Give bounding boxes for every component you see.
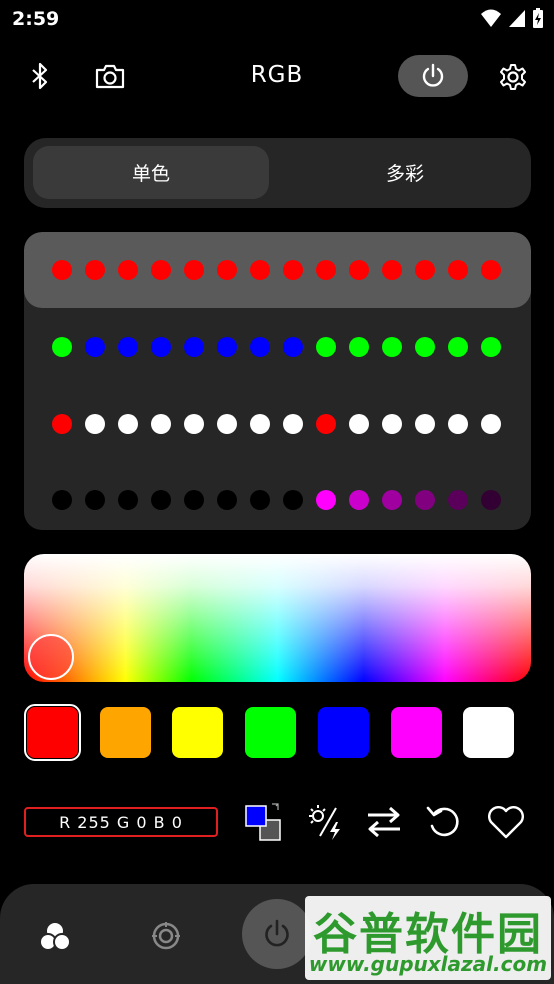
- status-bar: 2:59: [0, 0, 554, 38]
- preset-color-dot: [118, 414, 138, 434]
- preset-color-dot: [52, 260, 72, 280]
- tab-single-color[interactable]: 单色: [33, 146, 269, 199]
- color-swatch[interactable]: [24, 704, 81, 761]
- preset-color-dot: [184, 337, 204, 357]
- preset-color-dot: [448, 414, 468, 434]
- preset-color-dot: [118, 260, 138, 280]
- preset-color-dot: [316, 260, 336, 280]
- color-swatch[interactable]: [390, 707, 442, 758]
- preset-color-dot: [151, 337, 171, 357]
- preset-color-dot: [250, 260, 270, 280]
- preset-color-dot: [250, 414, 270, 434]
- color-swap-icon[interactable]: [240, 800, 284, 844]
- transfer-arrows-icon[interactable]: [362, 800, 406, 844]
- preset-color-dot: [415, 337, 435, 357]
- tab-multi-color[interactable]: 多彩: [287, 146, 523, 199]
- color-swatch[interactable]: [172, 707, 224, 758]
- preset-row[interactable]: [24, 232, 531, 308]
- preset-color-dot: [184, 490, 204, 510]
- preset-row[interactable]: [24, 386, 531, 462]
- app-title: RGB: [250, 62, 304, 88]
- preset-color-dot: [85, 490, 105, 510]
- preset-color-dot: [217, 414, 237, 434]
- color-picker[interactable]: [24, 554, 531, 682]
- preset-color-dot: [349, 260, 369, 280]
- preset-color-dot: [52, 490, 72, 510]
- preset-color-dot: [118, 490, 138, 510]
- preset-row[interactable]: [24, 309, 531, 385]
- power-icon: [265, 919, 289, 947]
- preset-row[interactable]: [24, 462, 531, 530]
- watermark-logo: 谷普软件园 www.gupuxlazal.com: [305, 896, 551, 980]
- preset-color-dot: [481, 490, 501, 510]
- preset-color-dot: [481, 260, 501, 280]
- preset-color-dot: [151, 414, 171, 434]
- preset-list: [24, 232, 531, 530]
- gear-icon[interactable]: [496, 60, 530, 94]
- status-icons: [480, 7, 544, 29]
- nav-power-button[interactable]: [242, 899, 312, 969]
- preset-color-dot: [151, 260, 171, 280]
- power-icon: [422, 63, 444, 87]
- preset-color-dot: [415, 490, 435, 510]
- mode-segmented-control: 单色 多彩: [24, 138, 531, 208]
- preset-color-dot: [349, 490, 369, 510]
- rgb-value-readout: R 255 G 0 B 0: [24, 807, 218, 837]
- preset-color-dot: [382, 260, 402, 280]
- color-swatch[interactable]: [317, 707, 369, 758]
- status-time: 2:59: [12, 8, 60, 30]
- preset-color-dot: [52, 414, 72, 434]
- preset-color-dot: [316, 490, 336, 510]
- color-swatch[interactable]: [99, 707, 151, 758]
- preset-color-dot: [316, 414, 336, 434]
- preset-color-dot: [415, 414, 435, 434]
- brightness-flash-icon[interactable]: [304, 800, 348, 844]
- preset-color-dot: [217, 260, 237, 280]
- preset-color-dot: [283, 414, 303, 434]
- preset-color-dot: [85, 414, 105, 434]
- power-button[interactable]: [398, 55, 468, 97]
- color-mode-icon[interactable]: [36, 918, 74, 956]
- color-picker-handle[interactable]: [28, 634, 74, 680]
- preset-color-dot: [415, 260, 435, 280]
- preset-color-dot: [316, 337, 336, 357]
- color-swatch[interactable]: [463, 707, 515, 758]
- heart-icon[interactable]: [484, 800, 528, 844]
- preset-color-dot: [184, 414, 204, 434]
- preset-color-dot: [85, 260, 105, 280]
- brightness-mode-icon[interactable]: [148, 918, 184, 954]
- preset-color-dot: [349, 337, 369, 357]
- preset-color-dot: [250, 337, 270, 357]
- preset-color-dot: [382, 337, 402, 357]
- preset-color-dot: [283, 337, 303, 357]
- preset-color-dot: [448, 337, 468, 357]
- preset-color-dot: [85, 337, 105, 357]
- battery-icon: [533, 8, 543, 28]
- preset-color-dot: [184, 260, 204, 280]
- preset-color-dot: [283, 490, 303, 510]
- top-bar: RGB: [0, 48, 554, 104]
- color-swatch[interactable]: [245, 707, 297, 758]
- preset-color-dot: [349, 414, 369, 434]
- preset-color-dot: [481, 337, 501, 357]
- preset-color-dot: [448, 490, 468, 510]
- preset-color-dot: [118, 337, 138, 357]
- preset-color-dot: [382, 490, 402, 510]
- preset-color-dot: [382, 414, 402, 434]
- preset-color-dot: [217, 337, 237, 357]
- watermark-url: www.gupuxlazal.com: [308, 952, 548, 976]
- preset-color-dot: [217, 490, 237, 510]
- preset-color-dot: [250, 490, 270, 510]
- preset-color-dot: [52, 337, 72, 357]
- preset-color-dot: [151, 490, 171, 510]
- signal-icon: [509, 10, 525, 27]
- preset-color-dot: [283, 260, 303, 280]
- wifi-icon: [481, 9, 501, 27]
- reset-icon[interactable]: [422, 800, 466, 844]
- preset-color-dot: [448, 260, 468, 280]
- preset-color-dot: [481, 414, 501, 434]
